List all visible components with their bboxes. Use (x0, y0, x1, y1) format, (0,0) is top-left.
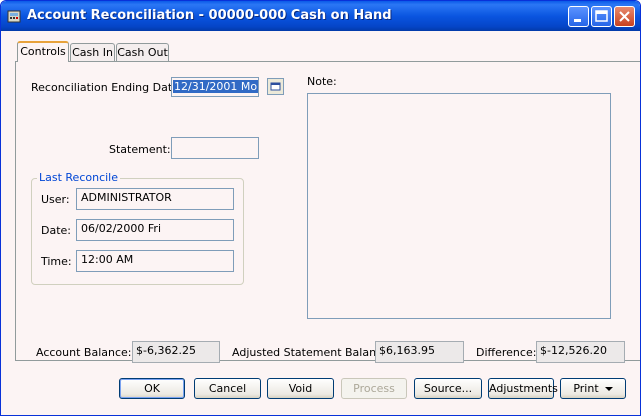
minimize-button[interactable] (568, 6, 589, 27)
tab-cash-in-label: Cash In (72, 46, 113, 59)
close-button[interactable] (614, 6, 635, 27)
adjusted-statement-balance-label: Adjusted Statement Balance: (232, 346, 393, 359)
user-label: User: (41, 193, 70, 206)
source-button[interactable]: Source... (414, 378, 482, 399)
tab-cash-out[interactable]: Cash Out (116, 43, 169, 61)
ending-date-label: Reconciliation Ending Date: (31, 81, 183, 94)
title-bar[interactable]: Account Reconciliation - 00000-000 Cash … (1, 1, 640, 31)
window-title: Account Reconciliation - 00000-000 Cash … (27, 8, 392, 23)
print-label: Print (573, 382, 599, 395)
tab-controls-label: Controls (20, 45, 66, 58)
user-field[interactable]: ADMINISTRATOR (76, 188, 234, 210)
statement-label: Statement: (109, 143, 171, 156)
process-button[interactable]: Process (341, 378, 407, 399)
minimize-icon (574, 19, 581, 22)
print-button[interactable]: Print (560, 378, 626, 399)
account-reconciliation-window: Account Reconciliation - 00000-000 Cash … (0, 0, 641, 416)
tab-cash-out-label: Cash Out (117, 46, 168, 59)
ending-date-value: 12/31/2001 Mon (173, 80, 258, 93)
calendar-button[interactable] (267, 78, 284, 95)
maximize-icon (595, 10, 608, 22)
ending-date-field[interactable]: 12/31/2001 Mon (171, 77, 259, 97)
calculator-icon[interactable] (7, 9, 21, 23)
difference-label: Difference: (476, 346, 537, 359)
dialog-body: Controls Cash In Cash Out Reconciliation… (5, 31, 640, 411)
tab-controls[interactable]: Controls (17, 41, 69, 62)
adjusted-statement-balance-value: $6,163.95 (375, 341, 464, 363)
close-icon (619, 11, 630, 22)
note-field[interactable] (307, 93, 611, 319)
date-field[interactable]: 06/02/2000 Fri (76, 219, 234, 241)
statement-field[interactable] (171, 137, 259, 159)
maximize-button[interactable] (591, 6, 612, 27)
difference-value: $-12,526.20 (536, 341, 625, 363)
ok-button[interactable]: OK (119, 378, 185, 399)
time-field[interactable]: 12:00 AM (76, 250, 234, 272)
account-balance-label: Account Balance: (36, 346, 132, 359)
date-label: Date: (41, 224, 71, 237)
chevron-down-icon (604, 387, 613, 391)
note-label: Note: (307, 75, 337, 88)
last-reconcile-group-label: Last Reconcile (37, 171, 121, 184)
void-button[interactable]: Void (267, 378, 334, 399)
adjustments-button[interactable]: Adjustments (488, 378, 558, 399)
tab-cash-in[interactable]: Cash In (70, 43, 115, 61)
account-balance-value: $-6,362.25 (132, 341, 220, 363)
calendar-icon (270, 82, 281, 91)
cancel-button[interactable]: Cancel (194, 378, 261, 399)
time-label: Time: (41, 255, 72, 268)
